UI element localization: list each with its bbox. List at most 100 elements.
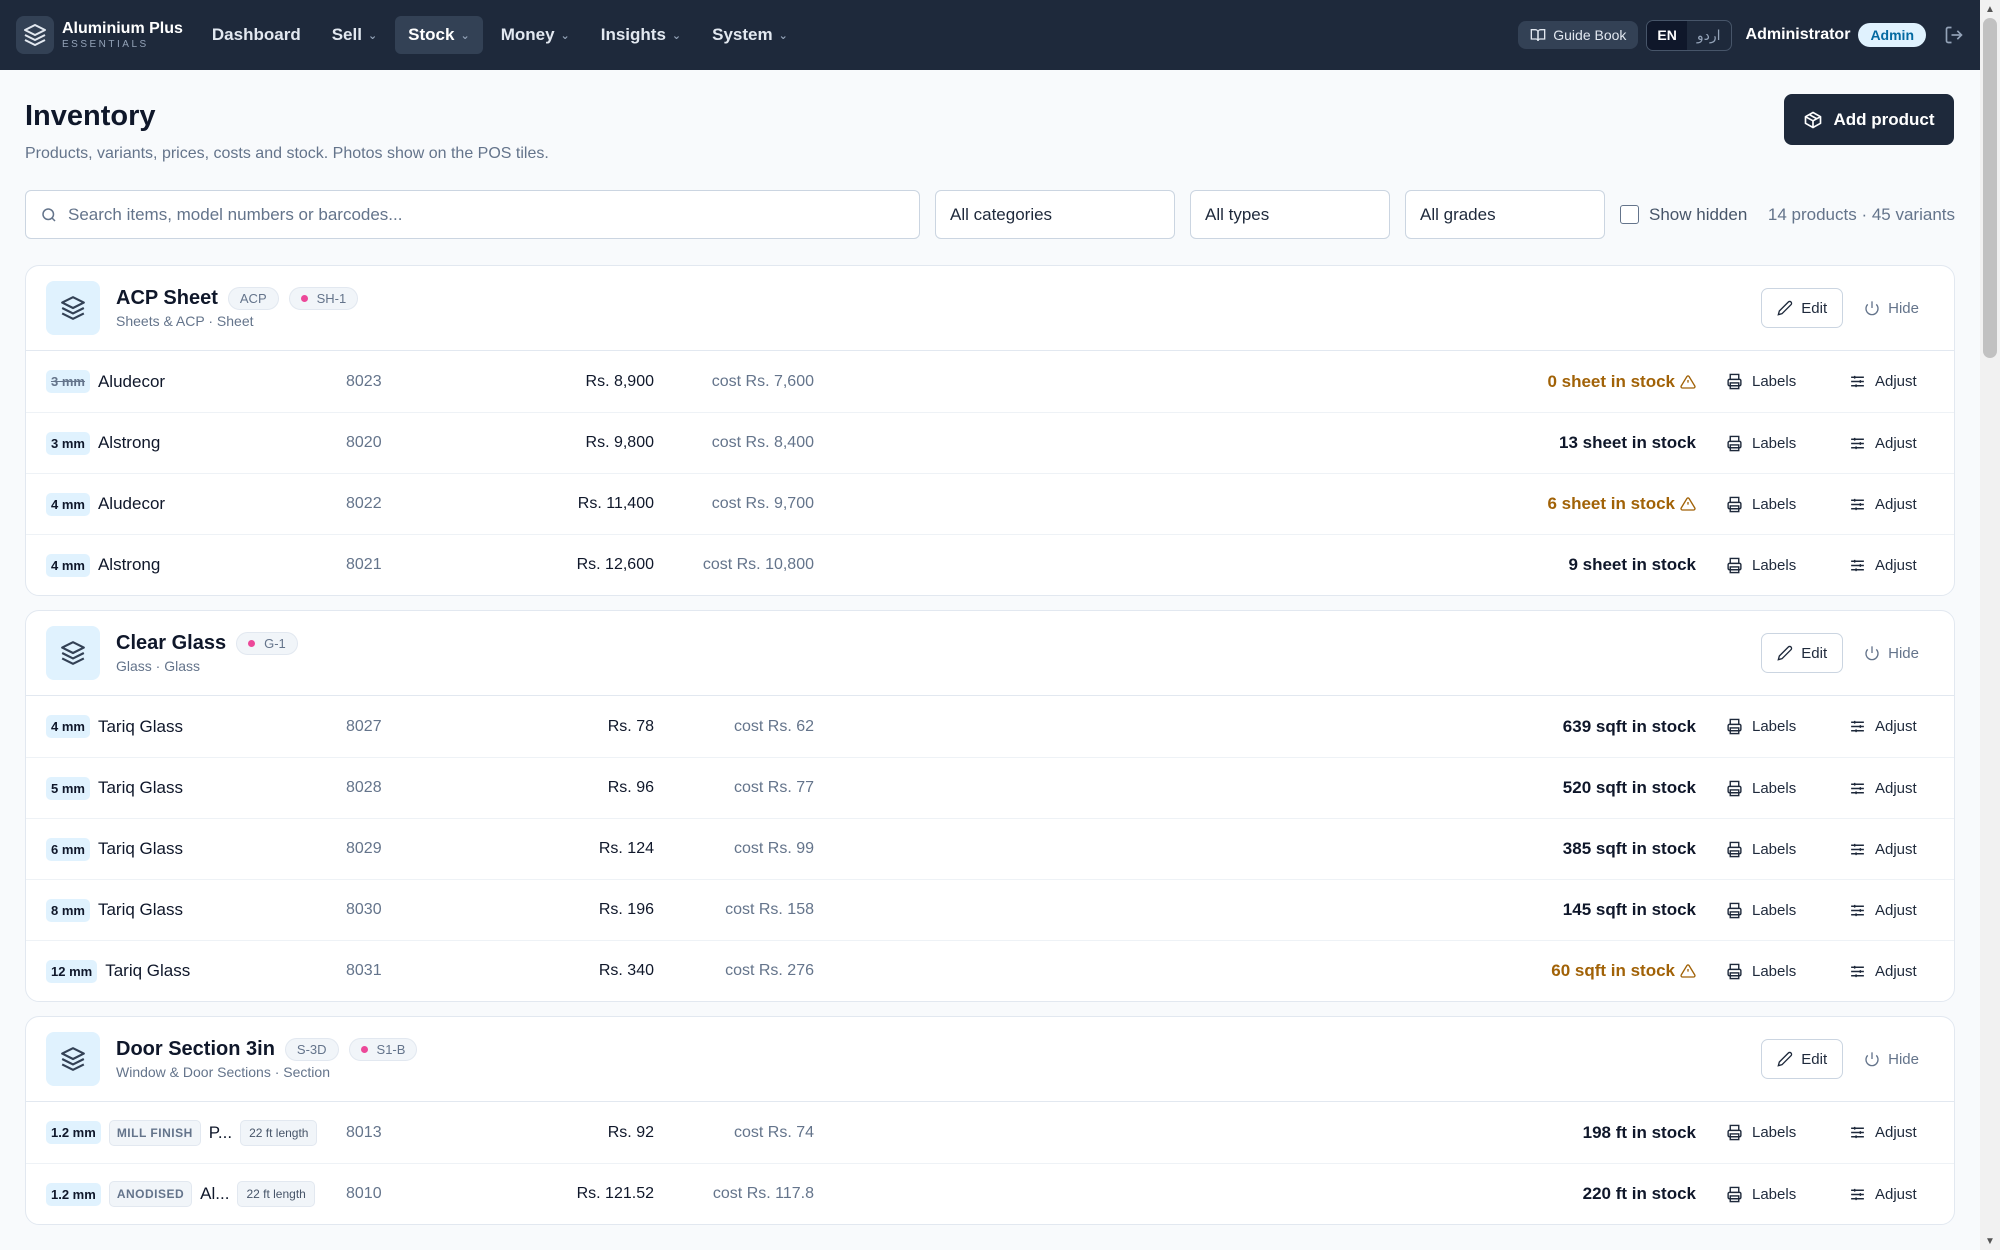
scroll-up-arrow-icon[interactable]: ▲ <box>1985 4 1995 15</box>
nav-insights[interactable]: Insights ⌄ <box>588 16 694 54</box>
warning-icon <box>1675 963 1696 979</box>
nav-system[interactable]: System ⌄ <box>699 16 801 54</box>
labels-button[interactable]: Labels <box>1726 496 1796 513</box>
nav-stock[interactable]: Stock ⌄ <box>395 16 483 54</box>
labels-button[interactable]: Labels <box>1726 1186 1796 1203</box>
labels-button[interactable]: Labels <box>1726 557 1796 574</box>
logout-icon[interactable] <box>1944 25 1964 45</box>
guide-book-label: Guide Book <box>1553 27 1627 43</box>
stock-text: 520 sqft in stock <box>1562 778 1696 797</box>
adjust-button[interactable]: Adjust <box>1849 1124 1917 1141</box>
power-icon <box>1865 1052 1879 1067</box>
labels-label: Labels <box>1752 901 1797 919</box>
sliders-icon <box>1851 904 1864 916</box>
adjust-button[interactable]: Adjust <box>1849 902 1917 919</box>
variant-price: Rs. 124 <box>598 840 654 857</box>
nav-dashboard-label: Dashboard <box>211 25 301 44</box>
stock-text: 6 sheet in stock <box>1547 494 1675 513</box>
variant-code: 8010 <box>346 1185 382 1202</box>
type-select-value: All types <box>1205 204 1270 224</box>
printer-icon <box>1727 373 1742 390</box>
adjust-button[interactable]: Adjust <box>1849 557 1917 574</box>
hide-button[interactable]: Hide <box>1849 300 1934 317</box>
top-nav: Aluminium Plus ESSENTIALS Dashboard Sell… <box>0 0 1980 70</box>
variant-name: Aludecor <box>97 494 166 513</box>
product-name: Clear Glass <box>116 632 227 654</box>
grade-badge: SH-1 <box>288 287 359 310</box>
edit-button[interactable]: Edit <box>1761 288 1844 328</box>
main-menu: Dashboard Sell ⌄ Stock ⌄ Money ⌄ Insights ⌄ … <box>199 16 806 54</box>
nav-money[interactable]: Money ⌄ <box>488 16 583 54</box>
labels-button[interactable]: Labels <box>1726 718 1796 735</box>
nav-dashboard[interactable]: Dashboard <box>199 16 314 54</box>
variant-price: Rs. 12,600 <box>576 556 654 573</box>
pencil-icon <box>1777 1051 1793 1067</box>
edit-button[interactable]: Edit <box>1761 1039 1844 1079</box>
hide-label: Hide <box>1888 644 1919 662</box>
thickness-badge: 4 mm <box>46 715 90 738</box>
nav-sell[interactable]: Sell ⌄ <box>319 16 390 54</box>
variant-code: 8030 <box>346 901 382 918</box>
labels-button[interactable]: Labels <box>1726 1124 1796 1141</box>
adjust-label: Adjust <box>1875 779 1917 797</box>
hide-button[interactable]: Hide <box>1849 645 1934 662</box>
labels-button[interactable]: Labels <box>1726 841 1796 858</box>
hide-button[interactable]: Hide <box>1849 1051 1934 1068</box>
variant-row: 4 mm Tariq Glass 8027 Rs. 78 cost Rs. 62 639 … <box>26 696 1954 757</box>
adjust-button[interactable]: Adjust <box>1849 963 1917 980</box>
labels-button[interactable]: Labels <box>1726 963 1796 980</box>
search-input[interactable]: Search items, model numbers or barcodes.… <box>25 190 920 239</box>
lang-en[interactable]: EN <box>1647 20 1687 50</box>
chevron-down-icon: ⌄ <box>367 29 378 42</box>
scroll-down-arrow-icon[interactable]: ▼ <box>1985 1236 1995 1247</box>
labels-button[interactable]: Labels <box>1726 435 1796 452</box>
scrollbar-thumb[interactable] <box>1983 18 1997 358</box>
variant-price: Rs. 121.52 <box>576 1185 654 1202</box>
stock-text: 13 sheet in stock <box>1558 433 1696 452</box>
edit-label: Edit <box>1801 1050 1828 1068</box>
stock-level: 198 ft in stock <box>1583 1123 1696 1143</box>
printer-icon <box>1727 841 1742 857</box>
adjust-button[interactable]: Adjust <box>1849 373 1917 390</box>
adjust-button[interactable]: Adjust <box>1849 780 1917 797</box>
length-badge: 22 ft length <box>237 1181 315 1207</box>
labels-button[interactable]: Labels <box>1726 373 1796 390</box>
adjust-button[interactable]: Adjust <box>1849 1186 1917 1203</box>
thickness-badge: 3 mm <box>46 370 90 393</box>
variant-price: Rs. 92 <box>607 1123 654 1141</box>
variant-cost: cost Rs. 7,600 <box>711 372 814 390</box>
edit-button[interactable]: Edit <box>1761 633 1844 673</box>
show-hidden-checkbox[interactable]: Show hidden <box>1620 205 1747 225</box>
printer-icon <box>1727 902 1742 918</box>
guide-book-button[interactable]: Guide Book <box>1518 21 1639 49</box>
category-select[interactable]: All categories <box>935 190 1175 239</box>
adjust-button[interactable]: Adjust <box>1849 496 1917 513</box>
finish-badge: ANODISED <box>108 1181 193 1207</box>
variant-price: Rs. 340 <box>598 962 654 979</box>
app-logo-icon[interactable] <box>16 16 54 54</box>
product-actions: Edit Hide <box>1761 1039 1934 1079</box>
labels-label: Labels <box>1752 373 1797 390</box>
type-select[interactable]: All types <box>1190 190 1390 239</box>
product-card: Door Section 3in S-3D S1-B Window & Door Se… <box>25 1016 1955 1225</box>
product-info: ACP Sheet ACP SH-1 Sheets & ACP · Sheet <box>116 287 359 329</box>
grade-select[interactable]: All grades <box>1405 190 1605 239</box>
app-name: Aluminium Plus <box>62 19 183 37</box>
lang-ur[interactable]: اردو <box>1687 21 1731 50</box>
adjust-button[interactable]: Adjust <box>1849 841 1917 858</box>
thickness-badge: 5 mm <box>46 776 90 800</box>
user-name: Administrator <box>1745 26 1851 43</box>
stock-level: 9 sheet in stock <box>1568 555 1696 575</box>
adjust-button[interactable]: Adjust <box>1849 718 1917 735</box>
labels-button[interactable]: Labels <box>1726 780 1796 797</box>
variant-cost: cost Rs. 8,400 <box>711 434 814 451</box>
labels-label: Labels <box>1752 840 1797 858</box>
add-product-button[interactable]: Add product <box>1784 94 1954 145</box>
product-card: Clear Glass G-1 Glass · Glass Edit Hide 4 mm T… <box>25 610 1955 1002</box>
adjust-button[interactable]: Adjust <box>1849 435 1917 452</box>
checkbox-box[interactable] <box>1620 205 1639 224</box>
labels-button[interactable]: Labels <box>1726 902 1796 919</box>
variant-name: Tariq Glass <box>97 778 183 797</box>
printer-icon <box>1727 1124 1742 1141</box>
layers-icon <box>46 1032 100 1086</box>
